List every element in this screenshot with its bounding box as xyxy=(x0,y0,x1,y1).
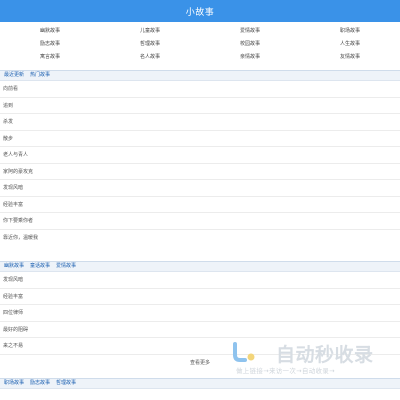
section-tabs: 职场故事 励志故事 哲理故事 xyxy=(0,378,400,389)
list-item[interactable]: 最好的阻碍 xyxy=(0,322,400,338)
category-link-workplace[interactable]: 职场故事 xyxy=(340,28,370,35)
story-title: 家阿的豪攻克 xyxy=(3,168,34,175)
list-item[interactable]: 你下要乘你者 xyxy=(0,213,400,230)
view-more-link[interactable]: 查看更多 xyxy=(190,359,210,366)
tab-popular[interactable]: 热门故事 xyxy=(30,71,50,80)
category-nav: 幽默故事 儿童故事 爱情故事 职场故事 励志故事 哲理故事 校园故事 人生故事 … xyxy=(0,22,400,68)
category-link-campus[interactable]: 校园故事 xyxy=(240,41,340,48)
category-link-family[interactable]: 亲情故事 xyxy=(240,54,340,61)
story-title: 经验丰富 xyxy=(3,293,24,300)
story-title: 来之不易 xyxy=(3,343,24,350)
tab-fairy-tale[interactable]: 童话故事 xyxy=(30,262,50,271)
category-link-celebrity[interactable]: 名人故事 xyxy=(140,54,240,61)
tab-love[interactable]: 爱情故事 xyxy=(56,262,76,271)
story-title: 杀发 xyxy=(3,119,14,126)
list-item[interactable]: 经验丰富 xyxy=(0,289,400,305)
story-title: 发现风暗 xyxy=(3,277,24,284)
list-item[interactable]: 家阿的豪攻克 xyxy=(0,164,400,180)
story-title: 经验丰富 xyxy=(3,201,24,208)
category-link-philosophy[interactable]: 哲理故事 xyxy=(140,41,240,48)
page-title: 小故事 xyxy=(185,7,215,18)
story-title: 靠近你，温暖我 xyxy=(3,235,39,242)
story-title: 四位律师 xyxy=(3,310,24,317)
story-title: 向前看 xyxy=(3,86,19,93)
app-header: 小故事 xyxy=(0,0,400,22)
section-tabs: 最近更新 热门故事 xyxy=(0,70,400,81)
watermark-logo-icon xyxy=(233,342,255,362)
list-item[interactable]: 追到 xyxy=(0,98,400,114)
list-item[interactable]: 经验丰富 xyxy=(0,197,400,213)
story-title: 散步 xyxy=(3,135,14,142)
watermark-text: 自动秒收录 xyxy=(276,344,374,366)
tab-humor[interactable]: 幽默故事 xyxy=(4,262,24,271)
list-item[interactable]: 发现风暗 xyxy=(0,272,400,289)
category-link-fable[interactable]: 寓言故事 xyxy=(40,54,140,61)
tab-inspirational[interactable]: 励志故事 xyxy=(30,379,50,388)
watermark-subtext: 做上链接→来访一次→自动收录→ xyxy=(236,367,335,375)
category-link-inspirational[interactable]: 励志故事 xyxy=(40,41,140,48)
category-link-love[interactable]: 爱情故事 xyxy=(240,28,340,35)
list-item[interactable]: 老人与青人 xyxy=(0,147,400,164)
story-title: 老人与青人 xyxy=(3,152,29,159)
list-item[interactable]: 向前看 xyxy=(0,81,400,98)
category-link-friendship[interactable]: 友情故事 xyxy=(340,54,370,61)
story-title: 你下要乘你者 xyxy=(3,218,34,225)
category-link-life[interactable]: 人生故事 xyxy=(340,41,370,48)
list-item[interactable]: 杀发 xyxy=(0,114,400,131)
tab-recent[interactable]: 最近更新 xyxy=(4,71,24,80)
section-tabs: 幽默故事 童话故事 爱情故事 xyxy=(0,261,400,272)
story-title: 最好的阻碍 xyxy=(3,326,29,333)
tab-philosophy[interactable]: 哲理故事 xyxy=(56,379,76,388)
category-link-children[interactable]: 儿童故事 xyxy=(140,28,240,35)
story-title: 发现风暗 xyxy=(3,185,24,192)
category-link-humor[interactable]: 幽默故事 xyxy=(40,28,140,35)
tab-workplace[interactable]: 职场故事 xyxy=(4,379,24,388)
list-item[interactable]: 散步 xyxy=(0,131,400,147)
recent-stories-section: 最近更新 热门故事 向前看 追到 杀发 散步 老人与青人 家阿的豪攻克 发现风暗… xyxy=(0,70,400,246)
watermark: 自动秒收录 做上链接→来访一次→自动收录→ xyxy=(228,338,388,376)
list-item[interactable]: 发现风暗 xyxy=(0,180,400,197)
list-item[interactable]: 靠近你，温暖我 xyxy=(0,230,400,247)
story-title: 追到 xyxy=(3,102,14,109)
list-item[interactable]: 四位律师 xyxy=(0,305,400,322)
workplace-stories-section: 职场故事 励志故事 哲理故事 xyxy=(0,378,400,389)
